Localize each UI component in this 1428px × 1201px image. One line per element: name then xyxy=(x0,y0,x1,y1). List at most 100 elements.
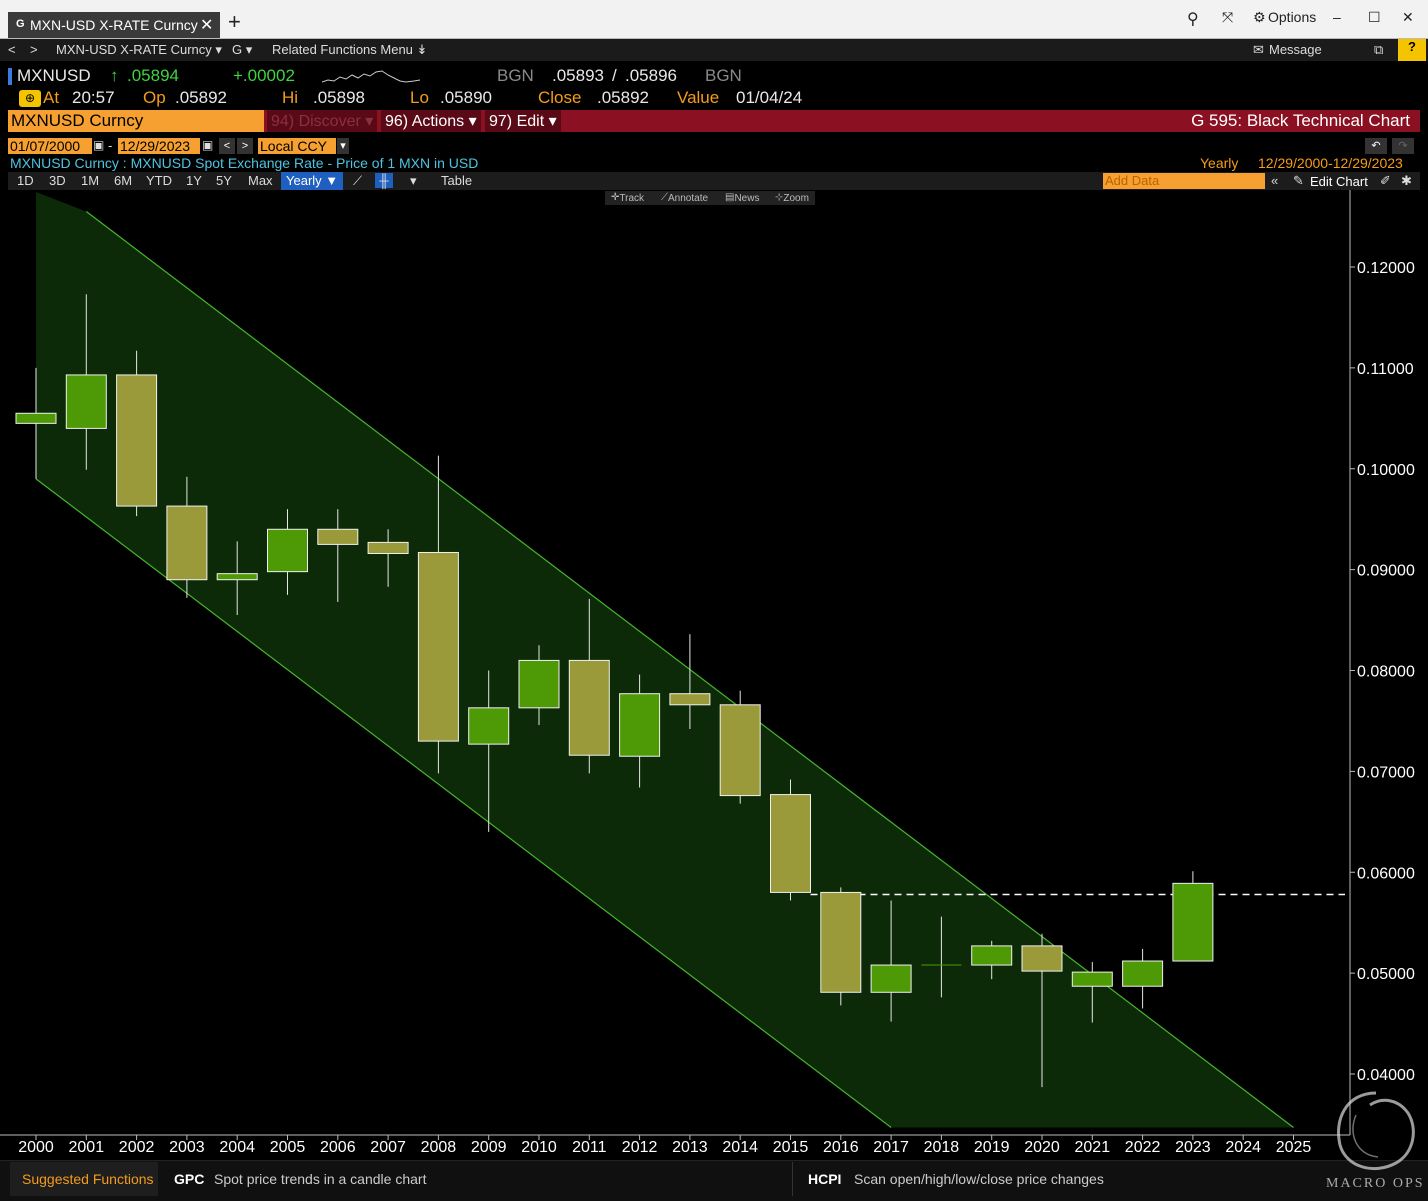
function-description[interactable]: Spot price trends in a candle chart xyxy=(214,1171,426,1187)
expand-icon[interactable]: ⤧ xyxy=(1222,9,1233,26)
chevron-down-icon[interactable]: ▾ xyxy=(337,138,349,154)
edit-chart-button[interactable]: Edit Chart xyxy=(1310,174,1368,189)
range-button[interactable]: 5Y xyxy=(216,173,232,188)
chart-subtitle: MXNUSD Curncy : MXNUSD Spot Exchange Rat… xyxy=(10,155,479,171)
ticker[interactable]: MXNUSD xyxy=(17,66,91,86)
candle xyxy=(820,887,862,1006)
add-data-input[interactable]: Add Data xyxy=(1103,173,1265,189)
gear-icon[interactable]: ⚙ xyxy=(1253,9,1266,26)
table-button[interactable]: Table xyxy=(441,173,472,188)
related-functions-menu[interactable]: Related Functions Menu ↡ xyxy=(272,42,427,58)
y-tick-label: 0.12000 xyxy=(1357,260,1415,277)
x-tick-label: 2024 xyxy=(1225,1139,1261,1156)
undo-icon[interactable]: ↶ xyxy=(1365,138,1387,154)
actions-menu[interactable]: 96) Actions ▾ xyxy=(381,110,481,132)
edit-menu[interactable]: 97) Edit ▾ xyxy=(485,110,561,132)
function-code[interactable]: GPC xyxy=(174,1171,204,1187)
calendar-icon[interactable]: ▣ xyxy=(93,138,104,152)
window-close-icon[interactable]: ✕ xyxy=(1402,9,1414,26)
edit-icon[interactable]: ✐ xyxy=(1380,173,1391,189)
x-tick-label: 2000 xyxy=(18,1139,54,1156)
function-title: G 595: Black Technical Chart xyxy=(1191,111,1410,130)
security-selector[interactable]: MXN-USD X-RATE Curncy ▾ xyxy=(56,42,222,58)
news-button[interactable]: ▤ News xyxy=(725,192,759,204)
suggested-functions-button[interactable]: Suggested Functions xyxy=(10,1162,158,1196)
range-button[interactable]: Max xyxy=(248,173,273,188)
new-tab-icon[interactable]: + xyxy=(228,9,241,35)
candle-body xyxy=(1122,960,1164,987)
options-menu[interactable]: Options xyxy=(1268,9,1316,25)
message-button[interactable]: Message xyxy=(1269,42,1322,57)
track-button[interactable]: ✛ Track xyxy=(611,192,644,204)
redo-icon[interactable]: ↷ xyxy=(1392,138,1414,154)
settings-icon[interactable]: ✱ xyxy=(1401,173,1412,189)
candle-body xyxy=(719,704,761,797)
trend-channel xyxy=(35,192,1294,1128)
x-tick-label: 2017 xyxy=(873,1139,909,1156)
annotate-button[interactable]: ⟋ Annotate xyxy=(661,192,708,204)
range-button[interactable]: 1M xyxy=(81,173,99,188)
range-button[interactable]: 6M xyxy=(114,173,132,188)
prev-period-button[interactable]: < xyxy=(219,138,235,154)
back-button[interactable]: < xyxy=(8,42,16,57)
range-button[interactable]: 1D xyxy=(17,173,34,188)
next-period-button[interactable]: > xyxy=(237,138,253,154)
candle-body xyxy=(417,551,459,742)
tab-security[interactable]: G MXN-USD X-RATE Curncy ✕ xyxy=(8,12,220,38)
bid-ask-separator: / xyxy=(612,66,617,85)
currency-selector[interactable]: Local CCY xyxy=(258,138,336,154)
tab-badge: G xyxy=(16,18,25,30)
candlestick-chart[interactable]: 0.04000 0.05000 0.06000 0.07000 0.08000 0.090… xyxy=(0,190,1428,1160)
y-tick-label: 0.08000 xyxy=(1357,664,1415,681)
range-button[interactable]: 1Y xyxy=(186,173,202,188)
candle-body xyxy=(770,794,811,893)
chevron-down-icon[interactable]: ▾ xyxy=(410,173,417,189)
candle-body xyxy=(870,964,912,993)
x-tick-label: 2020 xyxy=(1024,1139,1060,1156)
help-icon[interactable]: ? xyxy=(1398,39,1426,61)
collapse-icon[interactable]: « xyxy=(1271,173,1278,188)
close-icon[interactable]: ✕ xyxy=(200,15,213,35)
x-tick-label: 2023 xyxy=(1175,1139,1211,1156)
high-value: .05898 xyxy=(313,88,365,107)
candle-body xyxy=(216,573,258,581)
candle-body xyxy=(820,891,862,993)
forward-button[interactable]: > xyxy=(30,42,38,57)
zoom-button[interactable]: ⊹ Zoom xyxy=(775,192,809,204)
function-description[interactable]: Scan open/high/low/close price changes xyxy=(854,1171,1104,1187)
search-person-icon[interactable]: ⚲ xyxy=(1187,9,1199,29)
candle-body xyxy=(367,541,409,554)
price-change: +.00002 xyxy=(233,66,295,85)
line-chart-icon[interactable]: ⟋ xyxy=(353,173,362,189)
candle-body xyxy=(1021,945,1063,972)
candle-chart-icon[interactable]: ╫ xyxy=(375,173,393,188)
ask-price: .05896 xyxy=(625,66,677,85)
x-tick-label: 2003 xyxy=(169,1139,205,1156)
candle-body xyxy=(166,505,208,581)
calendar-icon[interactable]: ▣ xyxy=(202,138,213,152)
y-tick-label: 0.06000 xyxy=(1357,865,1415,882)
period-label: Yearly xyxy=(1200,155,1239,171)
function-selector[interactable]: G ▾ xyxy=(232,42,252,58)
x-tick-label: 2009 xyxy=(471,1139,507,1156)
value-date: 01/04/24 xyxy=(736,88,803,107)
candle xyxy=(116,350,158,517)
x-tick-label: 2018 xyxy=(924,1139,960,1156)
security-name-field[interactable]: MXNUSD Curncy xyxy=(8,110,264,132)
function-code[interactable]: HCPI xyxy=(808,1171,841,1187)
x-tick-label: 2001 xyxy=(69,1139,105,1156)
navigation-bar: < > MXN-USD X-RATE Curncy ▾ G ▾ Related … xyxy=(0,39,1428,61)
end-date-field[interactable]: 12/29/2023 xyxy=(118,138,200,154)
screen-icon[interactable]: ⧉ xyxy=(1374,42,1383,58)
range-button[interactable]: YTD xyxy=(146,173,172,188)
candle-body xyxy=(116,374,158,507)
x-tick-label: 2021 xyxy=(1075,1139,1111,1156)
x-tick-label: 2005 xyxy=(270,1139,306,1156)
start-date-field[interactable]: 01/07/2000 xyxy=(8,138,92,154)
discover-menu[interactable]: 94) Discover ▾ xyxy=(267,110,377,132)
minimize-icon[interactable]: – xyxy=(1333,9,1341,25)
bid-price: .05893 xyxy=(552,66,604,85)
maximize-icon[interactable]: ☐ xyxy=(1368,9,1381,26)
range-button[interactable]: 3D xyxy=(49,173,66,188)
period-selector[interactable]: Yearly ▼ xyxy=(281,172,343,190)
